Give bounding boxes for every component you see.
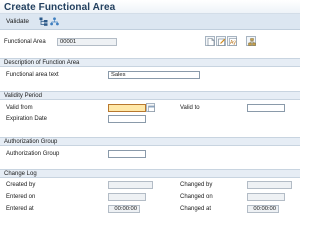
functional-area-text-input[interactable]: Sales xyxy=(108,71,200,79)
functional-area-label: Functional Area xyxy=(4,39,46,45)
entered-on-label: Entered on xyxy=(6,194,36,200)
expiration-date-label: Expiration Date xyxy=(6,116,48,122)
changed-by-field xyxy=(247,181,292,189)
change-log-section-title: Change Log xyxy=(4,171,37,177)
change-log-section-header: Change Log xyxy=(0,169,300,178)
entered-at-label: Entered at xyxy=(6,206,34,212)
validity-section-header: Validity Period xyxy=(0,91,300,100)
calendar-icon xyxy=(148,105,155,112)
changed-on-label: Changed on xyxy=(180,194,213,200)
authorization-section: Authorization Group xyxy=(0,146,300,163)
org-chart-icon xyxy=(248,38,256,46)
functional-area-field: 00001 xyxy=(57,38,117,46)
org-chart-button[interactable] xyxy=(246,36,256,46)
authorization-group-input[interactable] xyxy=(108,150,146,158)
changed-at-field: 00:00:00 xyxy=(247,205,279,213)
main-content: Functional Area 00001 Aÿ Description of … xyxy=(0,30,300,221)
title-bar: Create Functional Area xyxy=(0,0,300,14)
entered-on-field xyxy=(108,193,146,201)
description-section-header: Description of Function Area xyxy=(0,58,300,67)
authorization-section-title: Authorization Group xyxy=(4,139,58,145)
validate-button[interactable]: Validate xyxy=(6,18,29,25)
entered-at-field: 00:00:00 xyxy=(108,205,140,213)
edit-icon xyxy=(218,38,226,46)
description-section: Functional area text Sales xyxy=(0,67,300,85)
new-document-button[interactable] xyxy=(205,36,215,46)
validity-section: Valid from Valid to Expiration Date xyxy=(0,100,300,128)
valid-to-label: Valid to xyxy=(180,105,200,111)
changed-at-label: Changed at xyxy=(180,206,212,212)
description-section-title: Description of Function Area xyxy=(4,60,80,66)
valid-from-label: Valid from xyxy=(6,105,33,111)
page-title: Create Functional Area xyxy=(4,2,116,13)
functional-area-text-label: Functional area text xyxy=(6,72,59,78)
authorization-group-label: Authorization Group xyxy=(6,151,60,157)
ay-text-button[interactable]: Aÿ xyxy=(227,36,237,46)
expiration-date-input[interactable] xyxy=(108,115,146,123)
validity-section-title: Validity Period xyxy=(4,93,42,99)
created-by-field xyxy=(108,181,153,189)
application-toolbar: Validate xyxy=(0,14,300,30)
created-by-label: Created by xyxy=(6,182,36,188)
changed-by-label: Changed by xyxy=(180,182,213,188)
valid-to-input[interactable] xyxy=(247,104,285,112)
svg-text:Aÿ: Aÿ xyxy=(230,40,236,46)
org-structure-icon[interactable] xyxy=(50,17,59,26)
date-picker-button[interactable] xyxy=(146,103,155,112)
new-document-icon xyxy=(207,38,215,46)
edit-button[interactable] xyxy=(216,36,226,46)
change-log-section: Created by Changed by Entered on Changed… xyxy=(0,178,300,221)
ay-text-icon: Aÿ xyxy=(229,38,237,46)
valid-from-input[interactable] xyxy=(108,104,146,112)
hierarchy-icon[interactable] xyxy=(39,17,48,26)
changed-on-field xyxy=(247,193,285,201)
authorization-section-header: Authorization Group xyxy=(0,137,300,146)
